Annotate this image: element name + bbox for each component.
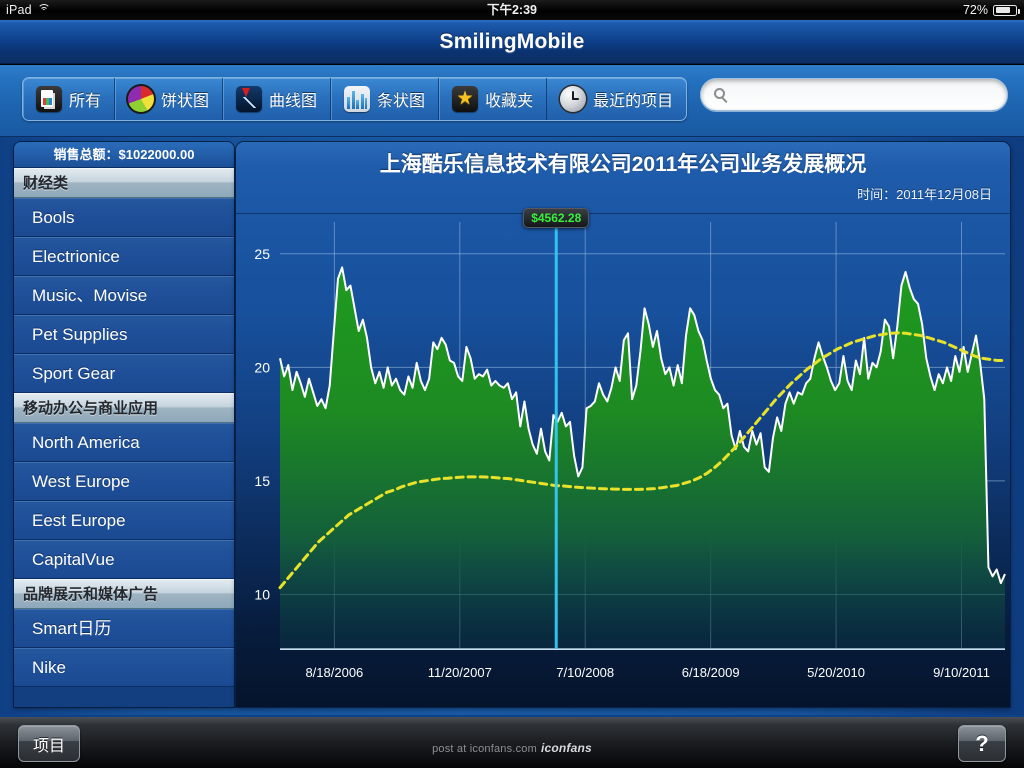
x-axis-tick-label: 9/10/2011 <box>933 665 990 680</box>
pie-chart-icon <box>128 86 155 112</box>
chart-panel-header: 上海酷乐信息技术有限公司2011年公司业务发展概况 时间：2011年12月08日 <box>236 142 1010 214</box>
search-box[interactable] <box>700 78 1008 111</box>
sidebar-group-header[interactable]: 财经类 <box>14 168 234 198</box>
chart-plot-area[interactable]: $4562.28 10 15 20 25 8/18/2006 11/20/2007 7/10… <box>236 208 1010 707</box>
watermark: post at iconfans.com iconfans <box>0 741 1024 755</box>
sidebar-item[interactable]: Eest Europe <box>14 501 234 540</box>
chart-title: 上海酷乐信息技术有限公司2011年公司业务发展概况 <box>379 153 867 176</box>
chart-date-label: 时间：2011年12月08日 <box>857 187 992 202</box>
sidebar-item[interactable]: Electrionice <box>14 237 234 276</box>
x-axis-tick-label: 6/18/2009 <box>682 665 740 680</box>
sidebar-item[interactable]: Pet Supplies <box>14 315 234 354</box>
toolbar-button-all[interactable]: 所有 <box>23 78 116 120</box>
x-axis-tick-label: 8/18/2006 <box>305 665 363 680</box>
toolbar-button-recent-items-label: 最近的项目 <box>593 93 674 110</box>
sales-total-label: 销售总额：$1022000.00 <box>14 142 234 168</box>
toolbar-button-bar-chart[interactable]: 条状图 <box>331 78 440 120</box>
sidebar-item[interactable]: North America <box>14 423 234 462</box>
app-title: SmilingMobile <box>439 29 585 53</box>
sidebar-list[interactable]: 财经类 Bools Electrionice Music、Movise Pet Supp… <box>14 168 234 707</box>
app-title-bar: SmilingMobile <box>0 20 1024 64</box>
star-icon <box>452 86 479 112</box>
sidebar-group-header[interactable]: 品牌展示和媒体广告 <box>14 579 234 609</box>
toolbar-segmented-control[interactable]: 所有 饼状图 曲线图 条状图 收藏夹 最近的项目 <box>22 77 688 121</box>
help-button[interactable]: ? <box>958 725 1006 762</box>
watermark-brand: iconfans <box>540 741 592 755</box>
battery-percent-label: 72% <box>962 3 988 17</box>
status-bar-clock: 下午2:39 <box>486 3 538 17</box>
area-chart-svg[interactable]: 10 15 20 25 8/18/2006 11/20/2007 7/10/2008 6/18… <box>236 214 1010 707</box>
main-toolbar: 所有 饼状图 曲线图 条状图 收藏夹 最近的项目 <box>0 65 1024 137</box>
toolbar-button-bar-chart-label: 条状图 <box>377 93 426 110</box>
ios-status-bar: iPad 下午2:39 72% <box>0 0 1024 20</box>
battery-icon <box>993 4 1020 16</box>
sidebar-item[interactable]: Bools <box>14 198 234 237</box>
sidebar-item[interactable]: Sport Gear <box>14 354 234 393</box>
sidebar-item[interactable]: West Europe <box>14 462 234 501</box>
y-axis-tick-label: 20 <box>254 359 270 375</box>
y-axis-tick-label: 25 <box>254 246 270 262</box>
chart-value-tooltip: $4562.28 <box>523 208 590 228</box>
content-area: 销售总额：$1022000.00 财经类 Bools Electrionice Mus… <box>0 137 1024 715</box>
search-input[interactable] <box>735 79 995 110</box>
x-axis-tick-label: 5/20/2010 <box>807 665 865 680</box>
x-axis-tick-label: 11/20/2007 <box>428 665 492 680</box>
toolbar-button-pie-chart-label: 饼状图 <box>161 93 210 110</box>
sidebar-item[interactable]: Music、Movise <box>14 276 234 315</box>
search-icon <box>714 88 725 99</box>
y-axis-tick-label: 15 <box>254 473 270 489</box>
toolbar-button-line-chart-label: 曲线图 <box>269 93 318 110</box>
sidebar-item[interactable]: CapitalVue <box>14 540 234 579</box>
toolbar-button-recent-items[interactable]: 最近的项目 <box>547 78 686 120</box>
bar-chart-icon <box>344 86 371 112</box>
x-axis-tick-label: 7/10/2008 <box>556 665 614 680</box>
y-axis-tick-label: 10 <box>254 586 270 602</box>
toolbar-button-favorites-label: 收藏夹 <box>485 93 534 110</box>
status-bar-right: 72% <box>962 0 1020 20</box>
toolbar-button-favorites[interactable]: 收藏夹 <box>439 78 548 120</box>
sidebar-item[interactable]: Smart日历 <box>14 609 234 648</box>
chart-panel: 上海酷乐信息技术有限公司2011年公司业务发展概况 时间：2011年12月08日… <box>236 142 1010 707</box>
sidebar-item[interactable]: Nike <box>14 648 234 687</box>
watermark-text: post at iconfans.com <box>432 743 537 755</box>
toolbar-button-pie-chart[interactable]: 饼状图 <box>115 78 224 120</box>
sidebar-group-header[interactable]: 移动办公与商业应用 <box>14 393 234 423</box>
ipad-app-window: iPad 下午2:39 72% SmilingMobile 所有 饼状图 曲线图 <box>0 0 1024 768</box>
sidebar: 销售总额：$1022000.00 财经类 Bools Electrionice Mus… <box>14 142 234 707</box>
toolbar-button-line-chart[interactable]: 曲线图 <box>223 78 332 120</box>
bottom-toolbar: 项目 post at iconfans.com iconfans ? <box>0 715 1024 768</box>
document-icon <box>36 86 62 112</box>
line-chart-icon <box>236 86 263 112</box>
clock-icon <box>560 86 587 112</box>
toolbar-button-all-label: 所有 <box>69 93 102 110</box>
